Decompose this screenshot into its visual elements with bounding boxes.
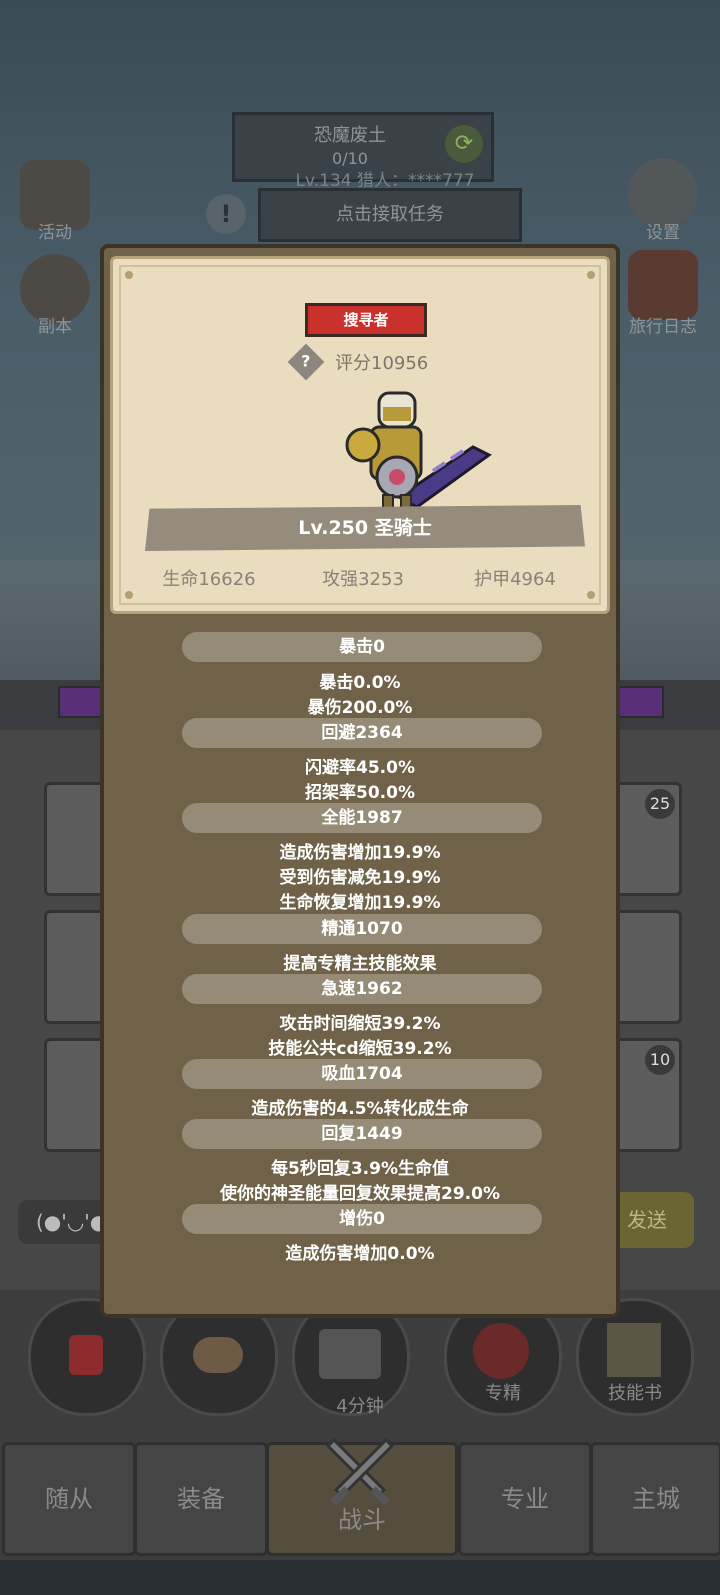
attr-line: 攻击时间缩短39.2% xyxy=(279,1014,441,1034)
menu-activity-label[interactable]: 活动 xyxy=(0,218,110,243)
crossed-swords-icon xyxy=(318,1432,402,1516)
tab-followers[interactable]: 随从 xyxy=(2,1442,136,1556)
tab-profession[interactable]: 专业 xyxy=(458,1442,592,1556)
attr-line: 暴伤200.0% xyxy=(307,698,413,718)
attr-line: 使你的神圣能量回复效果提高29.0% xyxy=(220,1184,500,1204)
menu-settings-label[interactable]: 设置 xyxy=(608,218,718,243)
attr-line: 闪避率45.0% xyxy=(305,758,415,778)
xp-bar-right xyxy=(618,686,664,718)
hero-card: 搜寻者 ? 评分10956 Lv.250 圣骑士 生命16626 攻强3253 xyxy=(110,256,610,614)
skill-book-label: 技能书 xyxy=(608,1383,662,1404)
zone-name: 恐魔废土 xyxy=(314,125,386,146)
card-corner xyxy=(587,271,595,279)
tab-main-city[interactable]: 主城 xyxy=(590,1442,720,1556)
paladin-avatar xyxy=(313,387,493,517)
attr-line: 生命恢复增加19.9% xyxy=(279,893,441,913)
accept-task-button[interactable]: 点击接取任务 xyxy=(258,188,522,242)
attr-dodge-header: 回避2364 xyxy=(182,718,542,748)
core-stats: 生命16626 攻强3253 护甲4964 xyxy=(113,565,607,595)
stat-hp: 生命16626 xyxy=(162,569,256,590)
attr-leech-header: 吸血1704 xyxy=(182,1059,542,1089)
xp-bar-left xyxy=(58,686,106,718)
attr-haste-header: 急速1962 xyxy=(182,974,542,1004)
menu-travel-log-label[interactable]: 旅行日志 xyxy=(608,312,718,337)
slot-count: 25 xyxy=(645,789,675,819)
skill-book-icon xyxy=(607,1323,661,1377)
menu-dungeon-label[interactable]: 副本 xyxy=(0,312,110,337)
attr-line: 提高专精主技能效果 xyxy=(283,954,437,974)
attr-versatility-header: 全能1987 xyxy=(182,803,542,833)
card-corner xyxy=(125,271,133,279)
attr-line: 受到伤害减免19.9% xyxy=(279,868,441,888)
attr-line: 每5秒回复3.9%生命值 xyxy=(271,1159,449,1179)
chest-timer: 4分钟 xyxy=(336,1396,384,1417)
potion-icon xyxy=(69,1335,103,1375)
attr-crit-header: 暴击0 xyxy=(182,632,542,662)
attr-line: 技能公共cd缩短39.2% xyxy=(268,1039,452,1059)
attr-line: 招架率50.0% xyxy=(305,783,415,803)
role-badge: 搜寻者 xyxy=(305,303,427,337)
hero-name-banner: Lv.250 圣骑士 xyxy=(145,505,585,551)
alert-icon[interactable]: ! xyxy=(206,194,246,234)
bread-icon xyxy=(193,1337,243,1373)
stat-armor: 护甲4964 xyxy=(474,569,556,590)
attr-mastery-header: 精通1070 xyxy=(182,914,542,944)
chest-icon xyxy=(319,1329,381,1379)
attr-line: 造成伤害增加0.0% xyxy=(285,1244,435,1264)
attr-line: 暴击0.0% xyxy=(319,673,401,693)
spec-label: 专精 xyxy=(485,1383,521,1404)
score-text: 评分10956 xyxy=(335,353,429,374)
attr-regen-header: 回复1449 xyxy=(182,1119,542,1149)
attr-line: 造成伤害的4.5%转化成生命 xyxy=(251,1099,469,1119)
stat-attack: 攻强3253 xyxy=(322,569,404,590)
attr-line: 造成伤害增加19.9% xyxy=(279,843,441,863)
tab-equipment[interactable]: 装备 xyxy=(134,1442,268,1556)
attr-damage-bonus-header: 增伤0 xyxy=(182,1204,542,1234)
book-icon[interactable] xyxy=(628,250,698,320)
refresh-icon[interactable]: ⟳ xyxy=(445,125,483,163)
slot-count: 10 xyxy=(645,1045,675,1075)
spec-icon xyxy=(473,1323,529,1379)
character-stats-modal[interactable]: 搜寻者 ? 评分10956 Lv.250 圣骑士 生命16626 攻强3253 xyxy=(100,244,620,1318)
